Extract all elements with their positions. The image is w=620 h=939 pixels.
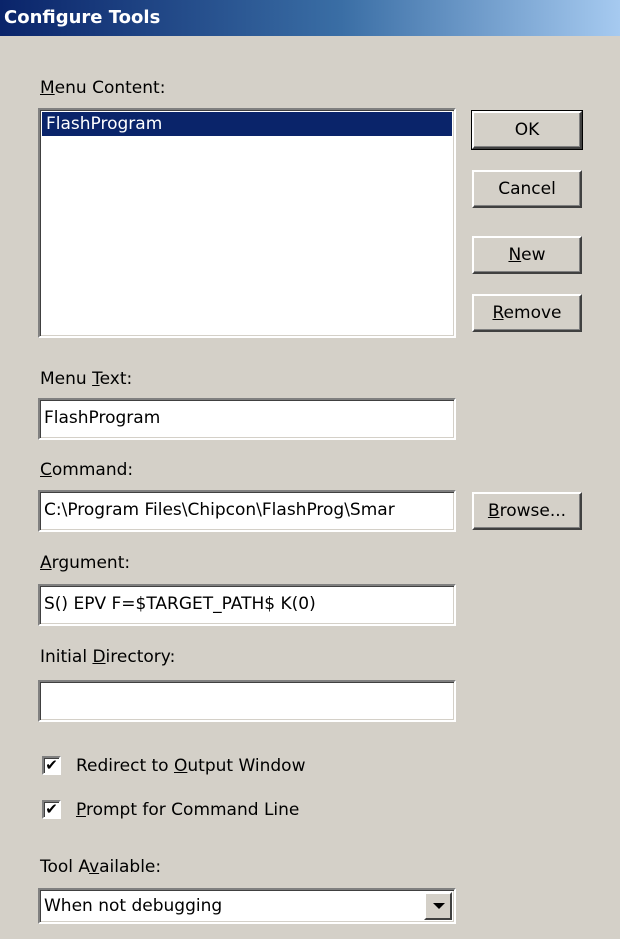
checkmark-icon: ✔ [45,800,58,818]
menu-text-field[interactable]: FlashProgram [38,398,456,440]
remove-button[interactable]: Remove [472,294,582,332]
initial-directory-field[interactable] [38,680,456,722]
cancel-button[interactable]: Cancel [472,170,582,208]
tool-available-value: When not debugging [44,896,223,916]
argument-label: Argument: [40,553,131,573]
command-field[interactable]: C:\Program Files\Chipcon\FlashProg\Smar [38,490,456,532]
menu-text-label: Menu Text: [40,369,133,389]
ok-button[interactable]: OK [471,110,583,150]
chevron-down-icon[interactable] [424,892,452,920]
new-button[interactable]: New [472,236,582,274]
redirect-output-label[interactable]: Redirect to Output Window [76,756,305,776]
list-item[interactable]: FlashProgram [42,112,452,136]
tool-available-select[interactable]: When not debugging [38,888,456,924]
prompt-command-line-label[interactable]: Prompt for Command Line [76,800,299,820]
title-bar: Configure Tools [0,0,620,36]
prompt-command-line-checkbox[interactable]: ✔ [42,800,61,819]
tool-available-label: Tool Available: [40,857,162,877]
browse-button[interactable]: Browse... [472,492,582,530]
initial-directory-label: Initial Directory: [40,647,176,667]
menu-content-label: Menu Content: [40,78,166,98]
argument-field[interactable]: S() EPV F=$TARGET_PATH$ K(0) [38,584,456,626]
checkmark-icon: ✔ [45,756,58,774]
command-label: Command: [40,460,134,480]
redirect-output-checkbox[interactable]: ✔ [42,756,61,775]
menu-content-listbox[interactable]: FlashProgram [38,108,456,338]
dialog-title: Configure Tools [4,7,161,28]
